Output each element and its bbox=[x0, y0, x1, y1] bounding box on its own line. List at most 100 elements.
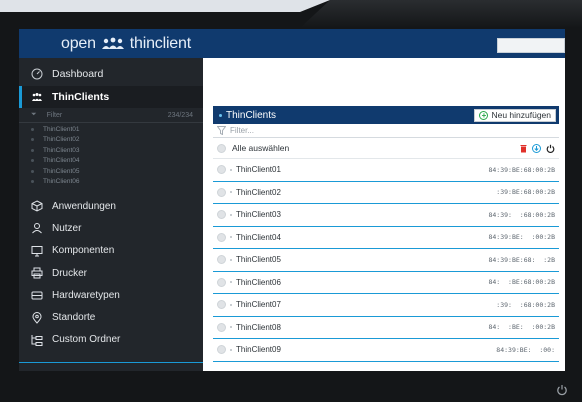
folder-tree-icon bbox=[31, 334, 43, 346]
sidebar-item-label: Nutzer bbox=[52, 222, 82, 234]
sidebar-subitem[interactable]: ThinClient05 bbox=[19, 166, 203, 177]
add-new-button[interactable]: + Neu hinzufügen bbox=[474, 108, 556, 122]
sidebar: Dashboard ThinClients ⏷ Filter 234/234 T… bbox=[19, 58, 203, 371]
bezel-highlight bbox=[300, 0, 582, 28]
trash-icon[interactable] bbox=[520, 144, 527, 153]
sidebar-nav: Anwendungen Nutzer Komponenten Drucker H… bbox=[19, 195, 203, 351]
sidebar-subitem-label: ThinClient02 bbox=[43, 136, 80, 144]
list-item[interactable]: ThinClient08 84: :BE: :00:2B bbox=[213, 317, 559, 339]
bullet-icon bbox=[219, 113, 222, 117]
sidebar-item-nutzer[interactable]: Nutzer bbox=[19, 217, 203, 239]
sidebar-item-label: Standorte bbox=[52, 312, 96, 324]
row-mac: 84:39: :68:00:2B bbox=[488, 210, 555, 219]
row-checkbox[interactable] bbox=[217, 345, 226, 355]
panel-filter-input[interactable]: Filter... bbox=[213, 124, 559, 138]
sidebar-item-label: Custom Ordner bbox=[52, 334, 121, 346]
main-content: ThinClients + Neu hinzufügen Filter... A… bbox=[203, 58, 565, 371]
status-dot-icon bbox=[230, 281, 232, 284]
brand-name-text: thinclient bbox=[129, 34, 191, 52]
sidebar-subitem[interactable]: ThinClient06 bbox=[19, 177, 203, 188]
sidebar-item-label: Komponenten bbox=[52, 245, 115, 257]
row-mac: 84:39:BE:68: :2B bbox=[488, 255, 555, 264]
filter-placeholder: Filter... bbox=[230, 126, 255, 135]
bullet-icon bbox=[31, 138, 34, 142]
monitor-power-icon[interactable] bbox=[556, 384, 568, 396]
sidebar-item-custom-ordner[interactable]: Custom Ordner bbox=[19, 329, 203, 351]
status-dot-icon bbox=[230, 348, 232, 351]
sidebar-item-label: ThinClients bbox=[52, 91, 110, 103]
sidebar-item-hardwaretypen[interactable]: Hardwaretypen bbox=[19, 284, 203, 306]
location-icon bbox=[32, 311, 42, 324]
screen: open thinclient Dashboard ThinClients ⏷ … bbox=[19, 29, 565, 371]
list-item[interactable]: ThinClient05 84:39:BE:68: :2B bbox=[213, 249, 559, 272]
list-item[interactable]: ThinClient02:39:BE:68:00:2B bbox=[213, 182, 559, 204]
sidebar-filter[interactable]: ⏷ Filter 234/234 bbox=[19, 108, 203, 123]
sidebar-subitem-label: ThinClient05 bbox=[43, 167, 80, 175]
list-item[interactable]: ThinClient07 :39: :68:00:2B bbox=[213, 294, 559, 317]
row-checkbox[interactable] bbox=[217, 232, 226, 242]
top-bar: open thinclient bbox=[19, 29, 565, 58]
download-icon[interactable] bbox=[532, 143, 541, 153]
status-dot-icon bbox=[230, 303, 232, 306]
row-mac: 84:39:BE:68:00:2B bbox=[488, 165, 555, 174]
sidebar-item-thinclients[interactable]: ThinClients bbox=[19, 86, 203, 108]
printer-icon bbox=[31, 267, 43, 279]
sidebar-item-dashboard[interactable]: Dashboard bbox=[19, 62, 203, 86]
select-all-checkbox[interactable] bbox=[217, 143, 226, 153]
row-name: ThinClient01 bbox=[236, 165, 281, 175]
people-logo-icon bbox=[101, 37, 124, 49]
row-mac: 84: :BE: :00:2B bbox=[488, 323, 555, 332]
sidebar-subitem-label: ThinClient04 bbox=[43, 157, 80, 165]
list-item[interactable]: ThinClient09 84:39:BE: :00: bbox=[213, 339, 559, 362]
row-mac: 84:39:BE: :00: bbox=[496, 345, 555, 354]
monitor-icon bbox=[31, 245, 43, 257]
row-checkbox[interactable] bbox=[217, 255, 226, 265]
hardware-icon bbox=[31, 291, 43, 300]
list-item[interactable]: ThinClient06 84: :BE:68:00:2B bbox=[213, 272, 559, 294]
row-checkbox[interactable] bbox=[217, 187, 226, 197]
bullet-icon bbox=[31, 159, 34, 163]
status-dot-icon bbox=[230, 236, 232, 239]
row-checkbox[interactable] bbox=[217, 322, 226, 332]
row-name: ThinClient09 bbox=[236, 345, 281, 355]
row-name: ThinClient02 bbox=[236, 187, 281, 197]
list-item[interactable]: ThinClient01 84:39:BE:68:00:2B bbox=[213, 159, 559, 182]
sidebar-item-standorte[interactable]: Standorte bbox=[19, 306, 203, 328]
list-item[interactable]: ThinClient03 84:39: :68:00:2B bbox=[213, 204, 559, 227]
status-dot-icon bbox=[230, 191, 232, 194]
sidebar-subitem-label: ThinClient01 bbox=[43, 125, 80, 133]
status-dot-icon bbox=[230, 326, 232, 329]
funnel-icon bbox=[217, 126, 226, 135]
row-mac: :39: :68:00:2B bbox=[496, 300, 555, 309]
cube-icon bbox=[31, 200, 43, 212]
row-checkbox[interactable] bbox=[217, 210, 226, 220]
row-name: ThinClient05 bbox=[236, 255, 281, 265]
user-icon bbox=[32, 223, 42, 234]
sidebar-item-komponenten[interactable]: Komponenten bbox=[19, 240, 203, 262]
row-checkbox[interactable] bbox=[217, 165, 226, 175]
thinclients-panel: ThinClients + Neu hinzufügen Filter... A… bbox=[213, 106, 559, 362]
sidebar-item-drucker[interactable]: Drucker bbox=[19, 262, 203, 284]
sidebar-subitem[interactable]: ThinClient04 bbox=[19, 156, 203, 167]
power-icon[interactable] bbox=[546, 144, 555, 153]
row-checkbox[interactable] bbox=[217, 300, 226, 310]
dashboard-gauge-icon bbox=[31, 68, 43, 80]
sidebar-subitem-label: ThinClient03 bbox=[43, 146, 80, 154]
brand-logo[interactable]: open thinclient bbox=[61, 35, 191, 53]
sidebar-subitem[interactable]: ThinClient01 bbox=[19, 124, 203, 135]
bullet-icon bbox=[31, 169, 34, 173]
sidebar-item-label: Dashboard bbox=[52, 68, 104, 80]
list-item[interactable]: ThinClient04 84:39:BE: :00:2B bbox=[213, 227, 559, 249]
sidebar-item-anwendungen[interactable]: Anwendungen bbox=[19, 195, 203, 217]
select-all-row: Alle auswählen bbox=[213, 138, 559, 159]
sidebar-subitem[interactable]: ThinClient03 bbox=[19, 145, 203, 156]
row-checkbox[interactable] bbox=[217, 277, 226, 287]
sidebar-item-label: Anwendungen bbox=[52, 200, 116, 212]
panel-header: ThinClients + Neu hinzufügen bbox=[213, 106, 559, 124]
sidebar-subitem[interactable]: ThinClient02 bbox=[19, 135, 203, 146]
select-all-label: Alle auswählen bbox=[232, 143, 290, 153]
sidebar-subitem-label: ThinClient06 bbox=[43, 178, 80, 186]
people-icon bbox=[32, 93, 42, 101]
global-search-input[interactable] bbox=[497, 38, 565, 53]
row-name: ThinClient07 bbox=[236, 300, 281, 310]
